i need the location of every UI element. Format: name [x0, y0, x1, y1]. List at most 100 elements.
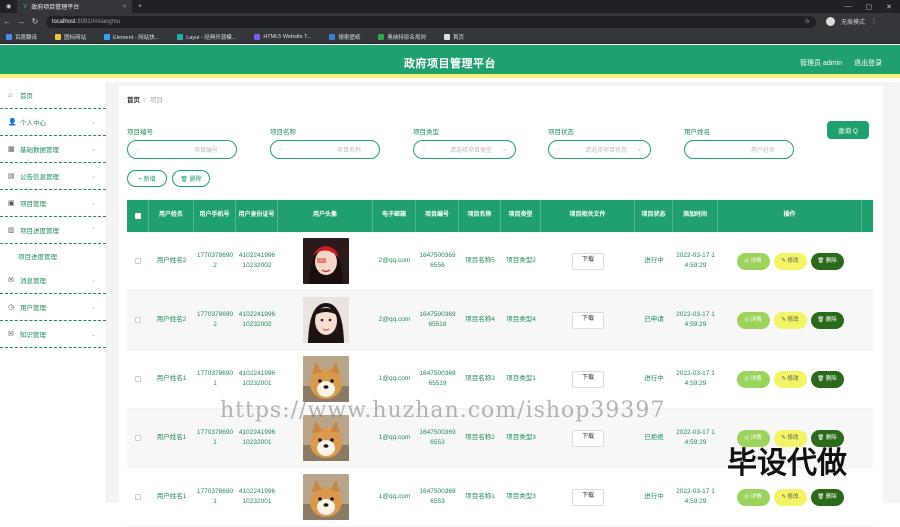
- sidebar-item[interactable]: ▦基础数据管理⌄: [0, 136, 106, 163]
- detail-button[interactable]: ◎ 详情: [737, 371, 770, 388]
- edit-button[interactable]: ✎ 修改: [774, 312, 807, 329]
- cell-status: 已申请: [635, 291, 673, 349]
- edit-button[interactable]: ✎ 修改: [774, 253, 807, 270]
- delete-selected-button[interactable]: 🗑 删除: [172, 170, 210, 187]
- filter-label: 项目类型: [413, 126, 516, 136]
- table-cell: [278, 468, 373, 526]
- profile-label[interactable]: 无痕模式: [841, 17, 865, 26]
- delete-button[interactable]: 🗑 删除: [811, 371, 844, 388]
- sidebar-subitem[interactable]: 项目进度管理: [0, 244, 106, 267]
- cell-name: 用户姓名2: [149, 232, 194, 290]
- bookmark-item[interactable]: 首页: [444, 33, 464, 41]
- window-controls: — ▢ ✕: [845, 3, 900, 11]
- row-checkbox[interactable]: [135, 494, 141, 500]
- filter-label: 项目状态: [548, 126, 651, 136]
- bookmark-favicon-icon: [6, 34, 12, 40]
- site-title: 政府项目管理平台: [0, 55, 900, 71]
- sidebar-item[interactable]: ✉知识管理⌄: [0, 321, 106, 348]
- sidebar-item[interactable]: ▤公告信息管理⌄: [0, 163, 106, 190]
- row-checkbox[interactable]: [135, 258, 141, 264]
- sidebar-item[interactable]: ▥项目进度管理⌃: [0, 217, 106, 244]
- bookmark-label: 图标网站: [64, 33, 86, 41]
- bookmark-item[interactable]: 奥纳特原名规则: [378, 33, 426, 41]
- forward-icon[interactable]: →: [14, 17, 28, 26]
- delete-button[interactable]: 🗑 删除: [811, 312, 844, 329]
- sidebar-item-label: 知识管理: [20, 329, 46, 339]
- watermark-text: 毕设代做: [727, 438, 847, 482]
- cell-pno: 16475003696556: [416, 232, 459, 290]
- edit-button[interactable]: ✎ 修改: [774, 371, 807, 388]
- delete-button[interactable]: 🗑 删除: [811, 253, 844, 270]
- row-checkbox[interactable]: [135, 376, 141, 382]
- menu-icon: ▣: [8, 199, 16, 207]
- search-button[interactable]: 查询 Q: [827, 121, 869, 139]
- filter-placeholder: 请选择项目类型: [450, 145, 492, 154]
- filter-input[interactable]: ○请选择项目状态⌄: [548, 140, 651, 159]
- logout-link[interactable]: 退出登录: [854, 58, 882, 68]
- detail-button[interactable]: ◎ 详情: [737, 253, 770, 270]
- download-button[interactable]: 下载: [572, 371, 604, 388]
- star-icon[interactable]: ☆: [805, 18, 810, 25]
- sidebar-item[interactable]: ▣项目管理⌄: [0, 190, 106, 217]
- menu-icon: ▥: [8, 226, 16, 234]
- search-icon: ○: [557, 147, 560, 153]
- avatar: [303, 474, 349, 520]
- browser-menu[interactable]: ◉: [0, 0, 17, 13]
- filter-input[interactable]: ○项目名称: [270, 140, 380, 159]
- browser-more-icon[interactable]: ⋮: [871, 18, 877, 25]
- row-checkbox[interactable]: [135, 317, 141, 323]
- reload-icon[interactable]: ↻: [28, 17, 42, 26]
- bookmark-item[interactable]: Layui - 经典开源模...: [177, 33, 236, 41]
- sidebar-item-label: 首页: [20, 90, 33, 100]
- bookmark-item[interactable]: 搜索壁纸: [329, 33, 360, 41]
- filter-input[interactable]: ○项目编号: [127, 140, 237, 159]
- download-button[interactable]: 下载: [572, 430, 604, 447]
- sidebar-item-label: 公告信息管理: [20, 171, 59, 181]
- filter-placeholder: 请选择项目状态: [585, 145, 627, 154]
- sidebar-item-label: 用户管理: [20, 302, 46, 312]
- url-host: localhost: [52, 19, 76, 25]
- table-cell: ◎ 详情✎ 修改🗑 删除: [718, 350, 862, 408]
- minimize-icon[interactable]: —: [845, 3, 852, 11]
- sidebar-item[interactable]: ⌂首页: [0, 82, 106, 109]
- download-button[interactable]: 下载: [572, 312, 604, 329]
- browser-tab[interactable]: V 政府项目管理平台 ×: [17, 0, 132, 13]
- breadcrumb-home[interactable]: 首页: [127, 97, 140, 104]
- cell-name: 用户姓名1: [149, 350, 194, 408]
- chevron-icon: ⌄: [91, 173, 96, 180]
- sidebar-item[interactable]: 👤个人中心⌄: [0, 109, 106, 136]
- table-cell: [127, 409, 149, 467]
- back-icon[interactable]: ←: [0, 17, 14, 26]
- column-header: 用户头像: [278, 200, 373, 232]
- sidebar-item[interactable]: ✉消息管理⌄: [0, 267, 106, 294]
- cell-email: 1@qq.com: [373, 468, 416, 526]
- select-all-checkbox[interactable]: [135, 213, 141, 219]
- url-input[interactable]: localhost:8081/#/xiangmu ☆: [46, 16, 816, 28]
- filter-input[interactable]: ○请选择项目类型⌄: [413, 140, 516, 159]
- bookmark-item[interactable]: 图标网站: [55, 33, 86, 41]
- browser-tab-strip: ◉ V 政府项目管理平台 × + — ▢ ✕: [0, 0, 900, 13]
- add-button[interactable]: + 新增: [127, 170, 167, 187]
- address-bar-row: ← → ↻ localhost:8081/#/xiangmu ☆ 无痕模式 ⋮: [0, 13, 900, 30]
- cell-pname: 项目名称1: [459, 468, 501, 526]
- table-cell: [278, 291, 373, 349]
- cell-phone: 17703786902: [194, 232, 236, 290]
- tab-close-icon[interactable]: ×: [123, 4, 127, 10]
- column-header: 用户手机号: [194, 200, 236, 232]
- browser-menu-icon[interactable]: ◉: [6, 3, 11, 10]
- filter-input[interactable]: ○用户姓名: [684, 140, 794, 159]
- column-header: 项目类型: [501, 200, 541, 232]
- bookmark-label: 奥纳特原名规则: [387, 33, 426, 41]
- column-header[interactable]: [127, 200, 149, 232]
- bookmark-item[interactable]: 百度翻译: [6, 33, 37, 41]
- close-window-icon[interactable]: ✕: [886, 3, 892, 11]
- download-button[interactable]: 下载: [572, 253, 604, 270]
- maximize-icon[interactable]: ▢: [866, 3, 873, 11]
- new-tab-button[interactable]: +: [132, 0, 148, 13]
- app-header: 政府项目管理平台 管理员 admin 退出登录: [0, 45, 900, 78]
- row-checkbox[interactable]: [135, 435, 141, 441]
- sidebar-item[interactable]: ◷用户管理⌄: [0, 294, 106, 321]
- bookmark-item[interactable]: HTML5 Website T...: [254, 34, 311, 40]
- bookmark-item[interactable]: Element - 网站快...: [104, 33, 159, 41]
- detail-button[interactable]: ◎ 详情: [737, 312, 770, 329]
